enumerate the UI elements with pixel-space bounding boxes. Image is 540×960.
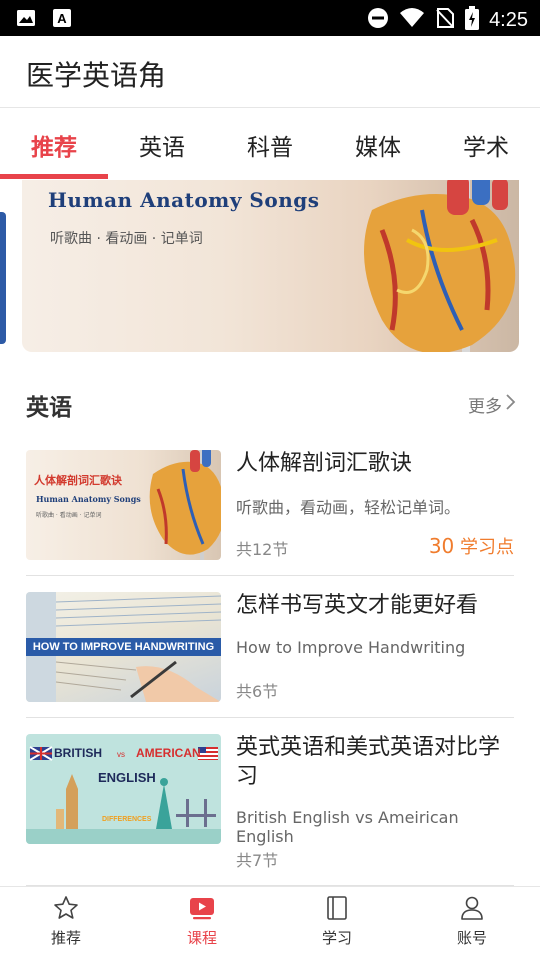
no-sim-icon	[435, 7, 455, 33]
app-bar: 医学英语角	[0, 36, 540, 108]
thumb-english-label: ENGLISH	[98, 770, 156, 785]
course-item[interactable]: HOW TO IMPROVE HANDWRITING 怎样书写英文才能更好看 H…	[26, 578, 514, 718]
lesson-count: 共7节	[236, 851, 279, 870]
heart-model-image	[364, 180, 516, 352]
course-title: 怎样书写英文才能更好看	[236, 593, 479, 618]
thumb-differences-label: DIFFERENCES	[102, 816, 152, 823]
section-header-english: 英语 更多	[26, 388, 516, 422]
thumb-vs-label: vs	[117, 750, 125, 759]
carousel-prev-slide-edge[interactable]	[0, 212, 6, 344]
bottom-navigation: 推荐 课程 学习 账号	[0, 886, 540, 960]
app-title: 医学英语角	[26, 59, 167, 92]
course-title: 英式英语和美式英语对比学习	[236, 735, 501, 789]
section-title: 英语	[26, 395, 72, 421]
points-unit: 学习点	[460, 537, 514, 558]
image-icon	[16, 8, 36, 32]
svg-text:A: A	[57, 11, 67, 26]
category-tabs: 推荐 英语 科普 媒体 学术	[0, 110, 540, 180]
wifi-icon	[399, 7, 425, 33]
lesson-count: 共12节	[236, 540, 289, 559]
nav-label: 学习	[321, 929, 352, 947]
banner-title: Human Anatomy Songs	[48, 188, 320, 212]
nav-recommended[interactable]: 推荐	[16, 895, 116, 948]
thumb-subtitle: Human Anatomy Songs	[36, 494, 141, 504]
course-title: 人体解剖词汇歌诀	[236, 451, 413, 476]
tab-media[interactable]: 媒体	[328, 128, 428, 162]
banner-subtitle: 听歌曲 · 看动画 · 记单词	[50, 231, 203, 247]
status-bar: A 4:25	[0, 0, 540, 36]
nav-courses[interactable]: 课程	[152, 895, 252, 948]
heart-model-thumb	[149, 450, 221, 560]
star-icon	[53, 896, 79, 925]
clock: 4:25	[489, 8, 528, 31]
tab-science[interactable]: 科普	[220, 128, 320, 162]
book-icon	[324, 896, 350, 925]
study-points: 30 学习点	[429, 533, 514, 559]
nav-label: 账号	[456, 929, 487, 947]
do-not-disturb-icon	[367, 7, 389, 33]
thumb-title: 人体解剖词汇歌诀	[34, 474, 122, 487]
course-item[interactable]: 人体解剖词汇歌诀 Human Anatomy Songs 听歌曲 · 看动画 ·…	[26, 436, 514, 576]
points-value: 30	[428, 534, 455, 558]
tab-recommended[interactable]: 推荐	[4, 128, 104, 162]
thumb-british-label: BRITISH	[54, 746, 102, 760]
more-link[interactable]: 更多	[468, 392, 516, 417]
thumb-american-label: AMERICAN	[136, 746, 201, 760]
course-item[interactable]: BRITISH vs AMERICAN ENGLISH DIFFERENCES …	[26, 720, 514, 886]
thumb-banner-text: HOW TO IMPROVE HANDWRITING	[26, 638, 221, 656]
battery-icon	[465, 6, 480, 34]
course-description: 听歌曲，看动画，轻松记单词。	[236, 498, 461, 517]
course-description: British English vs Ameirican English	[236, 808, 459, 846]
course-thumbnail: HOW TO IMPROVE HANDWRITING	[26, 592, 221, 702]
course-description: How to Improve Handwriting	[236, 638, 466, 657]
thumb-tagline: 听歌曲 · 看动画 · 记单词	[36, 512, 102, 519]
tab-english[interactable]: 英语	[112, 128, 212, 162]
nav-account[interactable]: 账号	[422, 895, 522, 948]
chevron-right-icon	[504, 393, 516, 416]
person-icon	[459, 896, 485, 925]
nav-study[interactable]: 学习	[287, 895, 387, 948]
course-thumbnail: BRITISH vs AMERICAN ENGLISH DIFFERENCES	[26, 734, 221, 844]
text-a-icon: A	[52, 8, 72, 32]
banner-carousel-slide[interactable]: Human Anatomy Songs 听歌曲 · 看动画 · 记单词	[22, 180, 519, 352]
tab-indicator	[0, 174, 108, 179]
nav-label: 课程	[186, 929, 217, 947]
tab-academic[interactable]: 学术	[436, 128, 536, 162]
more-label: 更多	[468, 397, 502, 417]
nav-label: 推荐	[50, 929, 81, 947]
play-video-icon	[189, 898, 215, 925]
lesson-count: 共6节	[236, 682, 279, 701]
course-thumbnail: 人体解剖词汇歌诀 Human Anatomy Songs 听歌曲 · 看动画 ·…	[26, 450, 221, 560]
